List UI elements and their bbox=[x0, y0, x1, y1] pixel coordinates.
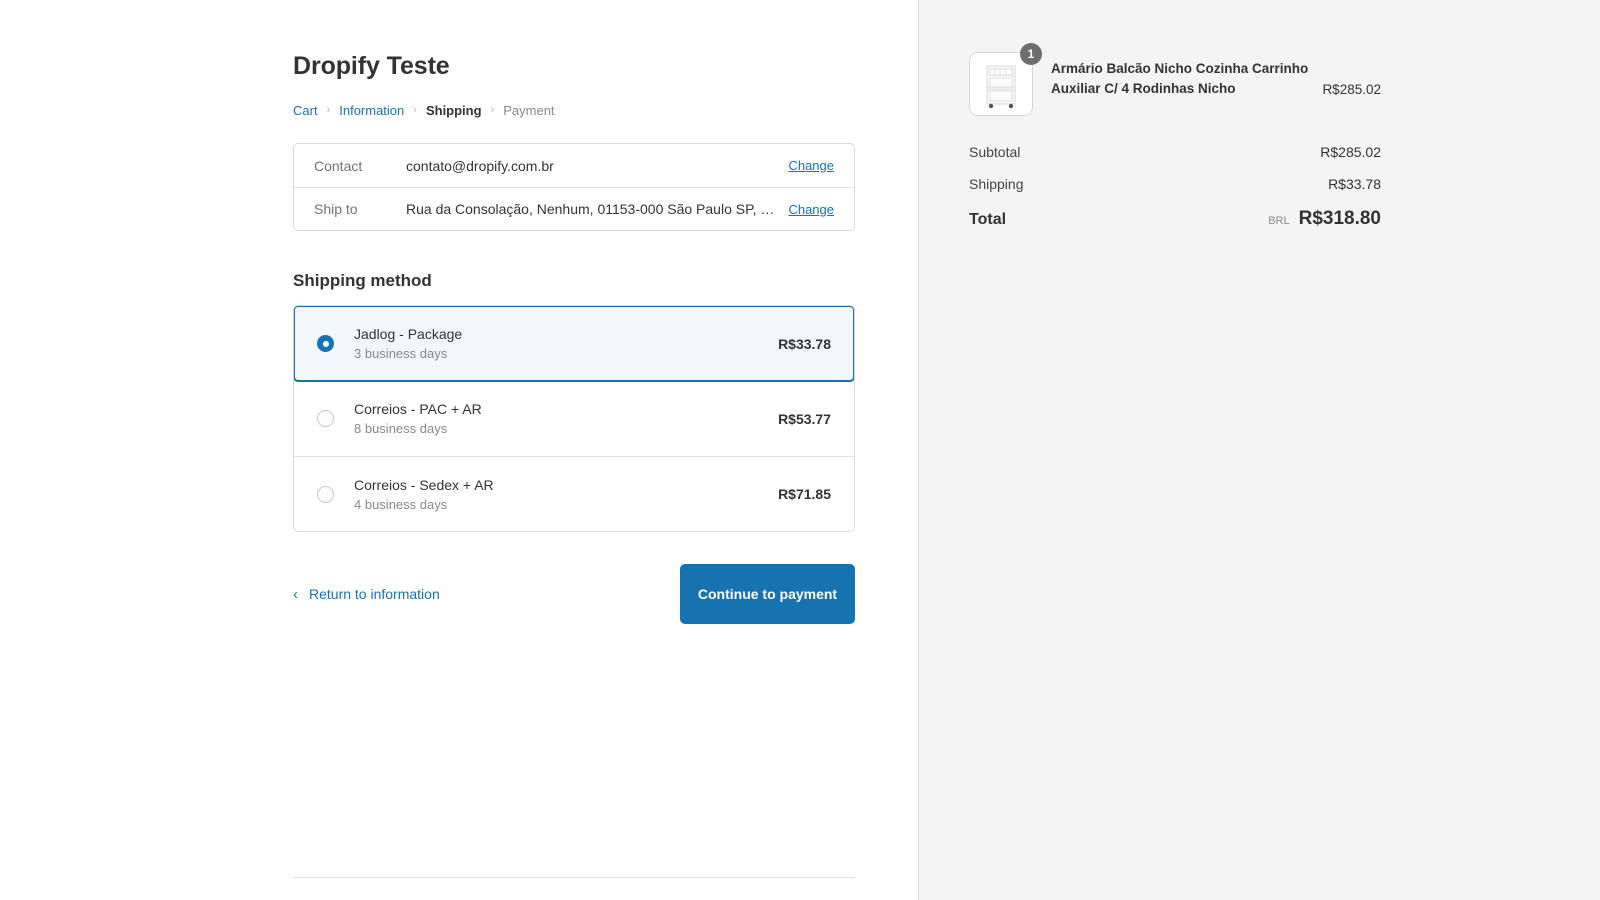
chevron-right-icon: › bbox=[490, 103, 495, 116]
contact-row: Contact contato@dropify.com.br Change bbox=[294, 144, 854, 187]
change-address-link[interactable]: Change bbox=[788, 202, 834, 217]
chevron-right-icon: › bbox=[326, 103, 331, 116]
shipping-option-name: Correios - Sedex + AR bbox=[354, 476, 494, 493]
shipping-total-row: Shipping R$33.78 bbox=[969, 176, 1381, 192]
ship-to-row: Ship to Rua da Consolação, Nenhum, 01153… bbox=[294, 187, 854, 230]
kitchen-cart-icon bbox=[970, 53, 1032, 115]
shipping-option-delivery: 4 business days bbox=[354, 496, 448, 512]
checkout-page: Dropify Teste Cart › Information › Shipp… bbox=[0, 0, 1600, 900]
chevron-right-icon: › bbox=[413, 103, 417, 116]
breadcrumb-item-information[interactable]: Information bbox=[339, 103, 404, 118]
product-price: R$285.02 bbox=[1322, 82, 1381, 97]
contact-label: Contact bbox=[314, 157, 363, 174]
checkout-actions: ‹ Return to information Continue to paym… bbox=[293, 564, 855, 624]
shipping-total-label: Shipping bbox=[969, 176, 1024, 192]
radio-icon-unselected[interactable] bbox=[317, 410, 334, 427]
grand-total-row: Total BRL R$318.80 bbox=[969, 208, 1381, 230]
shipping-option-jadlog-package[interactable]: Jadlog - Package 3 business days R$33.78 bbox=[294, 306, 854, 382]
shipping-option-delivery: 3 business days bbox=[354, 346, 448, 361]
subtotal-label: Subtotal bbox=[969, 144, 1021, 160]
breadcrumb-item-payment: Payment bbox=[503, 102, 555, 118]
shipping-method-heading: Shipping method bbox=[293, 271, 432, 290]
radio-icon-selected[interactable] bbox=[317, 335, 334, 352]
continue-to-payment-button[interactable]: Continue to payment bbox=[680, 564, 855, 624]
page-title: Dropify Teste bbox=[293, 52, 450, 80]
ship-to-label: Ship to bbox=[314, 201, 358, 217]
shipping-total-value: R$33.78 bbox=[1328, 176, 1381, 192]
grand-total-label: Total bbox=[969, 211, 1007, 228]
breadcrumb: Cart › Information › Shipping › Payment bbox=[293, 101, 855, 119]
checkout-main-column: Dropify Teste Cart › Information › Shipp… bbox=[0, 0, 918, 900]
shipping-option-price: R$53.77 bbox=[778, 410, 831, 427]
order-review-card: Contact contato@dropify.com.br Change Sh… bbox=[293, 143, 855, 231]
subtotal-row: Subtotal R$285.02 bbox=[969, 144, 1381, 160]
quantity-badge: 1 bbox=[1020, 43, 1042, 65]
return-to-information-label: Return to information bbox=[309, 586, 440, 602]
breadcrumb-item-cart[interactable]: Cart bbox=[293, 103, 318, 118]
product-title: Armário Balcão Nicho Cozinha Carrinho Au… bbox=[1051, 61, 1309, 96]
chevron-left-icon: ‹ bbox=[293, 585, 298, 603]
shipping-option-correios-sedex-ar[interactable]: Correios - Sedex + AR 4 business days R$… bbox=[294, 456, 854, 531]
shipping-option-name: Correios - PAC + AR bbox=[354, 401, 482, 417]
currency-code: BRL bbox=[1268, 215, 1290, 227]
change-contact-link[interactable]: Change bbox=[788, 158, 834, 173]
shipping-method-list: Jadlog - Package 3 business days R$33.78… bbox=[293, 305, 855, 532]
footer-divider bbox=[293, 877, 855, 878]
shipping-option-delivery: 8 business days bbox=[354, 421, 448, 436]
shipping-option-name: Jadlog - Package bbox=[354, 326, 463, 342]
shipping-option-price: R$71.85 bbox=[778, 486, 831, 502]
order-line-item: 1 Armário Balcão Nicho Cozinha Carrinho … bbox=[969, 43, 1381, 116]
shipping-option-correios-pac-ar[interactable]: Correios - PAC + AR 8 business days R$53… bbox=[294, 381, 854, 456]
subtotal-value: R$285.02 bbox=[1320, 144, 1381, 160]
return-to-information-link[interactable]: ‹ Return to information bbox=[293, 586, 440, 602]
shipping-option-price: R$33.78 bbox=[778, 335, 831, 352]
ship-to-value: Rua da Consolação, Nenhum, 01153-000 São… bbox=[406, 201, 777, 217]
order-summary-column: 1 Armário Balcão Nicho Cozinha Carrinho … bbox=[918, 0, 1600, 900]
contact-value: contato@dropify.com.br bbox=[406, 157, 554, 174]
breadcrumb-item-shipping: Shipping bbox=[425, 102, 482, 118]
product-thumbnail-wrapper: 1 bbox=[969, 43, 1042, 116]
order-totals: Subtotal R$285.02 Shipping R$33.78 Total… bbox=[969, 144, 1381, 230]
radio-icon-unselected[interactable] bbox=[317, 485, 334, 503]
grand-total-value: R$318.80 bbox=[1298, 208, 1381, 229]
